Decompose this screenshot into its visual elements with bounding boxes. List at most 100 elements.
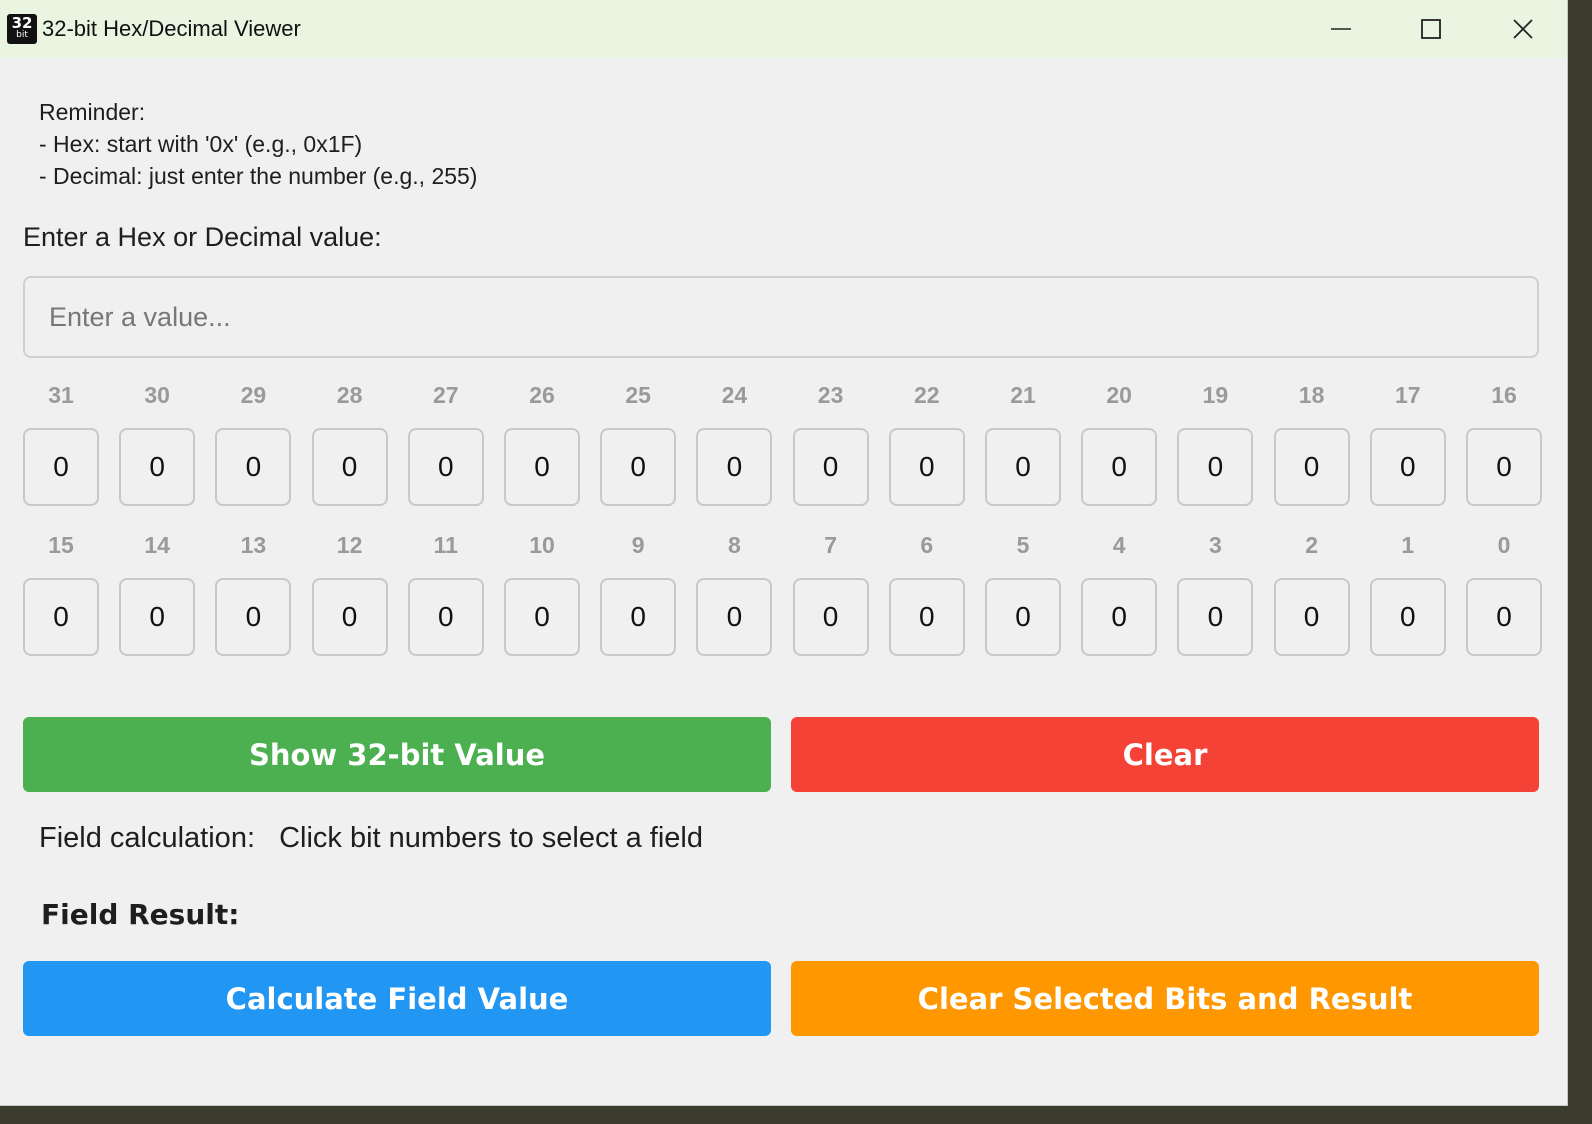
- bit-value-box[interactable]: 0: [1369, 578, 1446, 656]
- bit-value-box[interactable]: 0: [600, 578, 677, 656]
- minimize-button[interactable]: [1296, 0, 1386, 58]
- bit-number-label[interactable]: 3: [1177, 530, 1253, 560]
- maximize-icon: [1421, 19, 1441, 39]
- title-bar: 32 bit 32-bit Hex/Decimal Viewer: [0, 0, 1567, 58]
- bit-number-label[interactable]: 2: [1274, 530, 1350, 560]
- bit-value-box[interactable]: 0: [792, 428, 869, 506]
- bit-value-box[interactable]: 0: [1466, 578, 1542, 656]
- calculate-field-value-button[interactable]: Calculate Field Value: [23, 961, 771, 1036]
- bit-column: 40: [1081, 530, 1158, 656]
- bit-column: 27 0: [407, 380, 484, 506]
- maximize-button[interactable]: [1386, 0, 1476, 58]
- bit-column: 23 0: [792, 380, 869, 506]
- bit-value-box[interactable]: 0: [1466, 428, 1542, 506]
- bit-column: 60: [888, 530, 965, 656]
- bit-number-label[interactable]: 9: [600, 530, 676, 560]
- field-calculation-label: Field calculation:: [39, 822, 255, 854]
- bit-column: 20: [1273, 530, 1350, 656]
- bit-number-label[interactable]: 21: [985, 380, 1061, 410]
- bit-number-label[interactable]: 13: [215, 530, 291, 560]
- field-result-label: Field Result:: [41, 898, 240, 931]
- bit-number-label[interactable]: 0: [1466, 530, 1542, 560]
- bit-column: 70: [792, 530, 869, 656]
- bit-value-box[interactable]: 0: [1081, 428, 1158, 506]
- input-label: Enter a Hex or Decimal value:: [23, 222, 382, 252]
- bit-number-label[interactable]: 19: [1177, 380, 1253, 410]
- value-input[interactable]: [23, 276, 1539, 358]
- bit-number-label[interactable]: 12: [312, 530, 388, 560]
- bit-column: 29 0: [215, 380, 292, 506]
- bit-value-box[interactable]: 0: [1369, 428, 1446, 506]
- close-button[interactable]: [1478, 0, 1567, 58]
- bit-number-label[interactable]: 25: [600, 380, 676, 410]
- bit-number-label[interactable]: 7: [793, 530, 869, 560]
- bit-value-box[interactable]: 0: [792, 578, 869, 656]
- bit-value-box[interactable]: 0: [1081, 578, 1158, 656]
- bit-value-box[interactable]: 0: [504, 428, 580, 506]
- bit-column: 90: [600, 530, 677, 656]
- bit-value-box[interactable]: 0: [1177, 428, 1254, 506]
- bit-value-box[interactable]: 0: [215, 578, 292, 656]
- bit-number-label[interactable]: 8: [696, 530, 772, 560]
- clear-button[interactable]: Clear: [791, 717, 1539, 792]
- bit-number-label[interactable]: 14: [119, 530, 195, 560]
- bit-number-label[interactable]: 18: [1274, 380, 1350, 410]
- bit-number-label[interactable]: 27: [408, 380, 484, 410]
- bit-value-box[interactable]: 0: [888, 578, 965, 656]
- bit-value-box[interactable]: 0: [119, 578, 196, 656]
- field-calculation: Field calculation: Click bit numbers to …: [39, 822, 703, 855]
- bit-column: 14 0: [119, 530, 196, 656]
- bit-column: 22 0: [888, 380, 965, 506]
- bit-value-box[interactable]: 0: [1273, 428, 1350, 506]
- bit-value-box[interactable]: 0: [1273, 578, 1350, 656]
- bit-number-label[interactable]: 30: [119, 380, 195, 410]
- bit-value-box[interactable]: 0: [311, 578, 388, 656]
- bit-number-label[interactable]: 22: [889, 380, 965, 410]
- bit-value-box[interactable]: 0: [696, 428, 773, 506]
- bit-column: 21 0: [985, 380, 1061, 506]
- bit-column: 11 0: [407, 530, 484, 656]
- bit-value-box[interactable]: 0: [985, 428, 1061, 506]
- bit-value-box[interactable]: 0: [215, 428, 292, 506]
- app-window: 32 bit 32-bit Hex/Decimal Viewer Reminde…: [0, 0, 1568, 1106]
- bit-value-box[interactable]: 0: [600, 428, 677, 506]
- bit-column: 10 0: [504, 530, 580, 656]
- bit-column: 50: [985, 530, 1061, 656]
- bit-number-label[interactable]: 26: [504, 380, 580, 410]
- reminder-decimal-line: - Decimal: just enter the number (e.g., …: [39, 163, 478, 189]
- show-32-bit-value-button[interactable]: Show 32-bit Value: [23, 717, 771, 792]
- bit-value-box[interactable]: 0: [23, 578, 99, 656]
- bit-value-box[interactable]: 0: [407, 428, 484, 506]
- bit-number-label[interactable]: 24: [696, 380, 772, 410]
- bit-number-label[interactable]: 5: [985, 530, 1061, 560]
- bit-number-label[interactable]: 10: [504, 530, 580, 560]
- bit-number-label[interactable]: 31: [23, 380, 99, 410]
- bit-number-label[interactable]: 29: [215, 380, 291, 410]
- bit-number-label[interactable]: 16: [1466, 380, 1542, 410]
- bit-value-box[interactable]: 0: [504, 578, 580, 656]
- bit-value-box[interactable]: 0: [888, 428, 965, 506]
- bit-column: 16 0: [1466, 380, 1542, 506]
- bit-value-box[interactable]: 0: [119, 428, 196, 506]
- bit-value-box[interactable]: 0: [311, 428, 388, 506]
- bit-number-label[interactable]: 23: [793, 380, 869, 410]
- bit-number-label[interactable]: 20: [1081, 380, 1157, 410]
- bit-column: 24 0: [696, 380, 773, 506]
- bit-column: 12 0: [311, 530, 388, 656]
- bit-number-label[interactable]: 11: [408, 530, 484, 560]
- reminder-heading: Reminder:: [39, 99, 146, 125]
- close-icon: [1513, 19, 1533, 39]
- bit-value-box[interactable]: 0: [407, 578, 484, 656]
- bit-value-box[interactable]: 0: [985, 578, 1061, 656]
- bit-number-label[interactable]: 6: [889, 530, 965, 560]
- bit-number-label[interactable]: 15: [23, 530, 99, 560]
- bit-number-label[interactable]: 1: [1370, 530, 1446, 560]
- bit-number-label[interactable]: 17: [1370, 380, 1446, 410]
- bit-value-box[interactable]: 0: [696, 578, 773, 656]
- clear-selected-bits-button[interactable]: Clear Selected Bits and Result: [791, 961, 1539, 1036]
- bit-column: 10: [1369, 530, 1446, 656]
- bit-number-label[interactable]: 4: [1081, 530, 1157, 560]
- bit-value-box[interactable]: 0: [1177, 578, 1254, 656]
- bit-value-box[interactable]: 0: [23, 428, 99, 506]
- bit-number-label[interactable]: 28: [312, 380, 388, 410]
